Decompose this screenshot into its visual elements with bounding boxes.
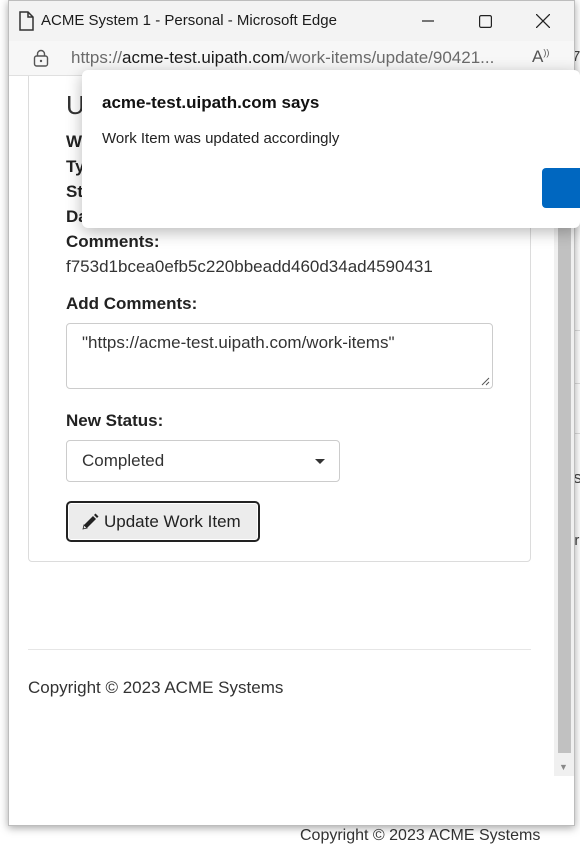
read-aloud-icon[interactable]: A)) — [532, 47, 549, 67]
lock-icon[interactable] — [33, 49, 49, 72]
update-button-label: Update Work Item — [104, 511, 241, 531]
ok-button[interactable] — [542, 168, 580, 208]
status-selected-value: Completed — [82, 451, 165, 470]
url-text[interactable]: https://acme-test.uipath.com/work-items/… — [71, 48, 494, 68]
add-comments-textarea[interactable]: "https://acme-test.uipath.com/work-items… — [66, 323, 493, 389]
alert-dialog: acme-test.uipath.com says Work Item was … — [82, 70, 580, 228]
url-prefix: https:// — [71, 48, 123, 67]
add-comments-label: Add Comments: — [66, 294, 198, 313]
comments-label: Comments: — [66, 232, 160, 251]
caret-down-icon — [315, 459, 325, 464]
comments-value: f753d1bcea0efb5c220bbeadd460d34ad4590431 — [66, 257, 433, 276]
copyright-text: Copyright © 2023 ACME Systems — [28, 678, 284, 697]
dialog-title: acme-test.uipath.com says — [102, 93, 320, 112]
pencil-icon — [82, 513, 99, 530]
page-icon — [18, 11, 34, 36]
add-comments-value: "https://acme-test.uipath.com/work-items… — [82, 333, 395, 352]
minimize-icon — [422, 20, 434, 22]
field-label: St — [66, 182, 83, 201]
new-status-label: New Status: — [66, 411, 164, 430]
scroll-down-arrow-icon[interactable]: ▼ — [559, 762, 568, 772]
field-label: W — [66, 132, 83, 151]
close-button[interactable] — [520, 5, 566, 37]
update-work-item-button[interactable]: Update Work Item — [66, 501, 260, 542]
dialog-message: Work Item was updated accordingly — [102, 130, 340, 147]
window-title: ACME System 1 - Personal - Microsoft Edg… — [41, 12, 337, 29]
footer-divider — [28, 649, 531, 650]
title-bar[interactable]: ACME System 1 - Personal - Microsoft Edg… — [9, 1, 574, 41]
close-icon — [536, 14, 550, 28]
url-host: acme-test.uipath.com — [122, 48, 285, 67]
url-path: /work-items/update/90421... — [284, 48, 495, 67]
background-footer: Copyright © 2023 ACME Systems — [300, 827, 541, 844]
maximize-icon — [478, 14, 492, 28]
resize-handle-icon[interactable] — [481, 377, 490, 386]
minimize-button[interactable] — [405, 5, 451, 37]
status-select[interactable]: Completed — [66, 440, 340, 482]
maximize-button[interactable] — [462, 5, 508, 37]
